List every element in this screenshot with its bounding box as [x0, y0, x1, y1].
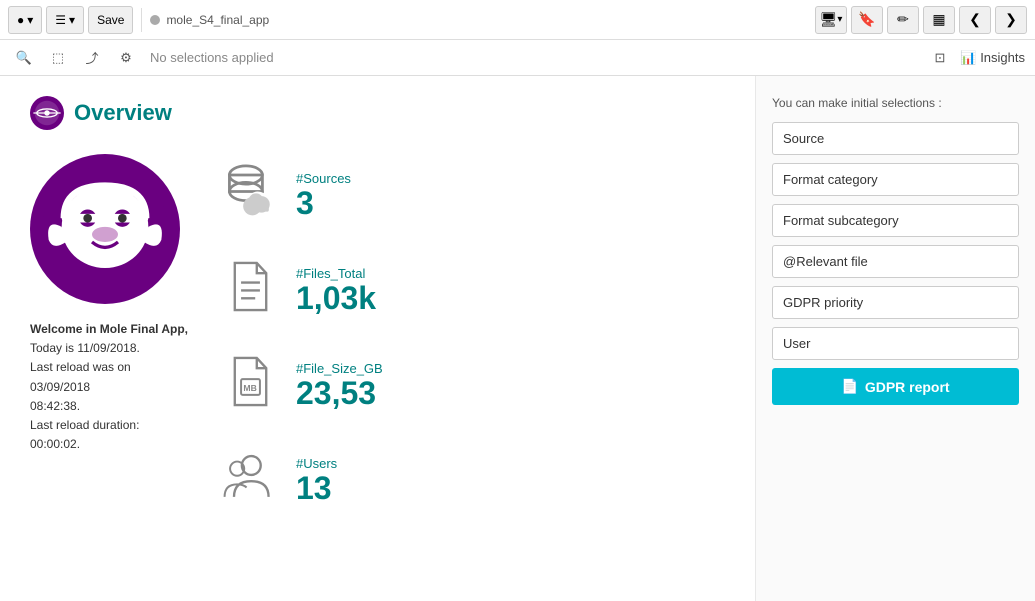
circle-icon: ● [17, 13, 24, 27]
chevron-left-icon: ❮ [969, 11, 981, 28]
stats-column: #Sources 3 [220, 154, 383, 544]
welcome-line2: Today is 11/09/2018. [30, 341, 140, 355]
insights-label: Insights [980, 50, 1025, 65]
sources-label: #Sources [296, 171, 351, 186]
gdpr-btn-label: GDPR report [865, 379, 950, 395]
page-title: Overview [74, 100, 172, 126]
selections-toolbar: 🔍 ⬚ ⤴ ⚙ No selections applied ⊡ 📊 Insigh… [0, 40, 1035, 76]
pencil-icon: ✏ [897, 11, 909, 28]
filesize-value: 23,53 [296, 376, 383, 411]
mole-logo-svg [40, 164, 170, 294]
logo-column: Welcome in Mole Final App, Today is 11/0… [30, 154, 190, 544]
app-name-label: mole_S4_final_app [166, 13, 269, 27]
files-label: #Files_Total [296, 266, 376, 281]
divider1 [141, 8, 142, 32]
stat-users: #Users 13 [220, 449, 383, 514]
stat-filesize: MB #File_Size_GB 23,53 [220, 354, 383, 419]
document-icon: 📄 [841, 378, 858, 395]
toolbar-right: 🖥 ▾ 🔖 ✏ ▦ ❮ ❯ [815, 6, 1027, 34]
export-icon: ⤴ [85, 48, 98, 67]
users-label: #Users [296, 456, 337, 471]
smart-icon: ⊡ [935, 50, 946, 66]
nav-back-btn[interactable]: ❮ [959, 6, 991, 34]
insights-button[interactable]: 📊 Insights [960, 50, 1025, 66]
chart-btn[interactable]: ▦ [923, 6, 955, 34]
main-body: Welcome in Mole Final App, Today is 11/0… [30, 154, 725, 544]
toolbar-right2: ⊡ 📊 Insights [926, 44, 1025, 72]
welcome-line5: Last reload duration: 00:00:02. [30, 418, 139, 451]
nav-fwd-btn[interactable]: ❯ [995, 6, 1027, 34]
smart-select-btn[interactable]: ⊡ [926, 44, 954, 72]
stat-sources-info: #Sources 3 [296, 171, 351, 221]
files-value: 1,03k [296, 281, 376, 316]
stat-sources: #Sources 3 [220, 164, 383, 229]
filesize-icon: MB [220, 354, 280, 419]
app-dot-icon [150, 15, 160, 25]
app-title: mole_S4_final_app [150, 13, 269, 27]
settings-icon-btn[interactable]: ⚙ [112, 44, 140, 72]
screen-btn[interactable]: 🖥 ▾ [815, 6, 847, 34]
page-header: Overview [30, 96, 725, 130]
selections-label: No selections applied [146, 50, 920, 65]
welcome-block: Welcome in Mole Final App, Today is 11/0… [30, 320, 190, 454]
list-btn[interactable]: ☰ ▾ [46, 6, 84, 34]
welcome-line3: Last reload was on 03/09/2018 [30, 360, 131, 393]
screen-icon: 🖥 [820, 11, 838, 28]
chart-icon: ▦ [932, 11, 945, 28]
logo-circle [30, 154, 180, 304]
save-label: Save [97, 13, 124, 27]
svg-text:MB: MB [243, 383, 256, 393]
stat-filesize-info: #File_Size_GB 23,53 [296, 361, 383, 411]
right-panel: You can make initial selections : Source… [755, 76, 1035, 601]
back-btn[interactable]: ● ▾ [8, 6, 42, 34]
screen-arrow: ▾ [837, 14, 842, 25]
source-filter-btn[interactable]: Source [772, 122, 1019, 155]
main-content: Overview [0, 76, 1035, 601]
files-icon [220, 259, 280, 324]
format-subcategory-filter-btn[interactable]: Format subcategory [772, 204, 1019, 237]
bookmark-icon: 🔖 [858, 11, 875, 28]
stat-files: #Files_Total 1,03k [220, 259, 383, 324]
dropdown-arrow: ▾ [27, 13, 33, 27]
list-icon: ☰ [55, 13, 66, 27]
app-logo-icon [30, 96, 64, 130]
filesize-label: #File_Size_GB [296, 361, 383, 376]
selection-hint: You can make initial selections : [772, 96, 1019, 110]
user-filter-btn[interactable]: User [772, 327, 1019, 360]
users-value: 13 [296, 471, 337, 506]
bookmark-btn[interactable]: 🔖 [851, 6, 883, 34]
left-panel: Overview [0, 76, 755, 601]
stat-files-info: #Files_Total 1,03k [296, 266, 376, 316]
export-icon-btn[interactable]: ⤴ [78, 44, 106, 72]
sources-value: 3 [296, 186, 351, 221]
stat-users-info: #Users 13 [296, 456, 337, 506]
sources-icon [220, 164, 280, 229]
bar-chart-icon: 📊 [960, 50, 976, 66]
format-category-filter-btn[interactable]: Format category [772, 163, 1019, 196]
welcome-text: Welcome in Mole Final App, Today is 11/0… [30, 320, 190, 454]
gear-icon: ⚙ [120, 50, 132, 66]
gdpr-priority-filter-btn[interactable]: GDPR priority [772, 286, 1019, 319]
relevant-file-filter-btn[interactable]: @Relevant file [772, 245, 1019, 278]
gdpr-report-button[interactable]: 📄 GDPR report [772, 368, 1019, 405]
top-toolbar: ● ▾ ☰ ▾ Save mole_S4_final_app 🖥 ▾ 🔖 ✏ ▦… [0, 0, 1035, 40]
dropdown-arrow2: ▾ [69, 13, 75, 27]
edit-btn[interactable]: ✏ [887, 6, 919, 34]
welcome-line4: 08:42:38. [30, 399, 80, 413]
welcome-line1: Welcome in Mole Final App, [30, 322, 188, 336]
chevron-right-icon: ❯ [1005, 11, 1017, 28]
save-button[interactable]: Save [88, 6, 133, 34]
users-icon [220, 449, 280, 514]
